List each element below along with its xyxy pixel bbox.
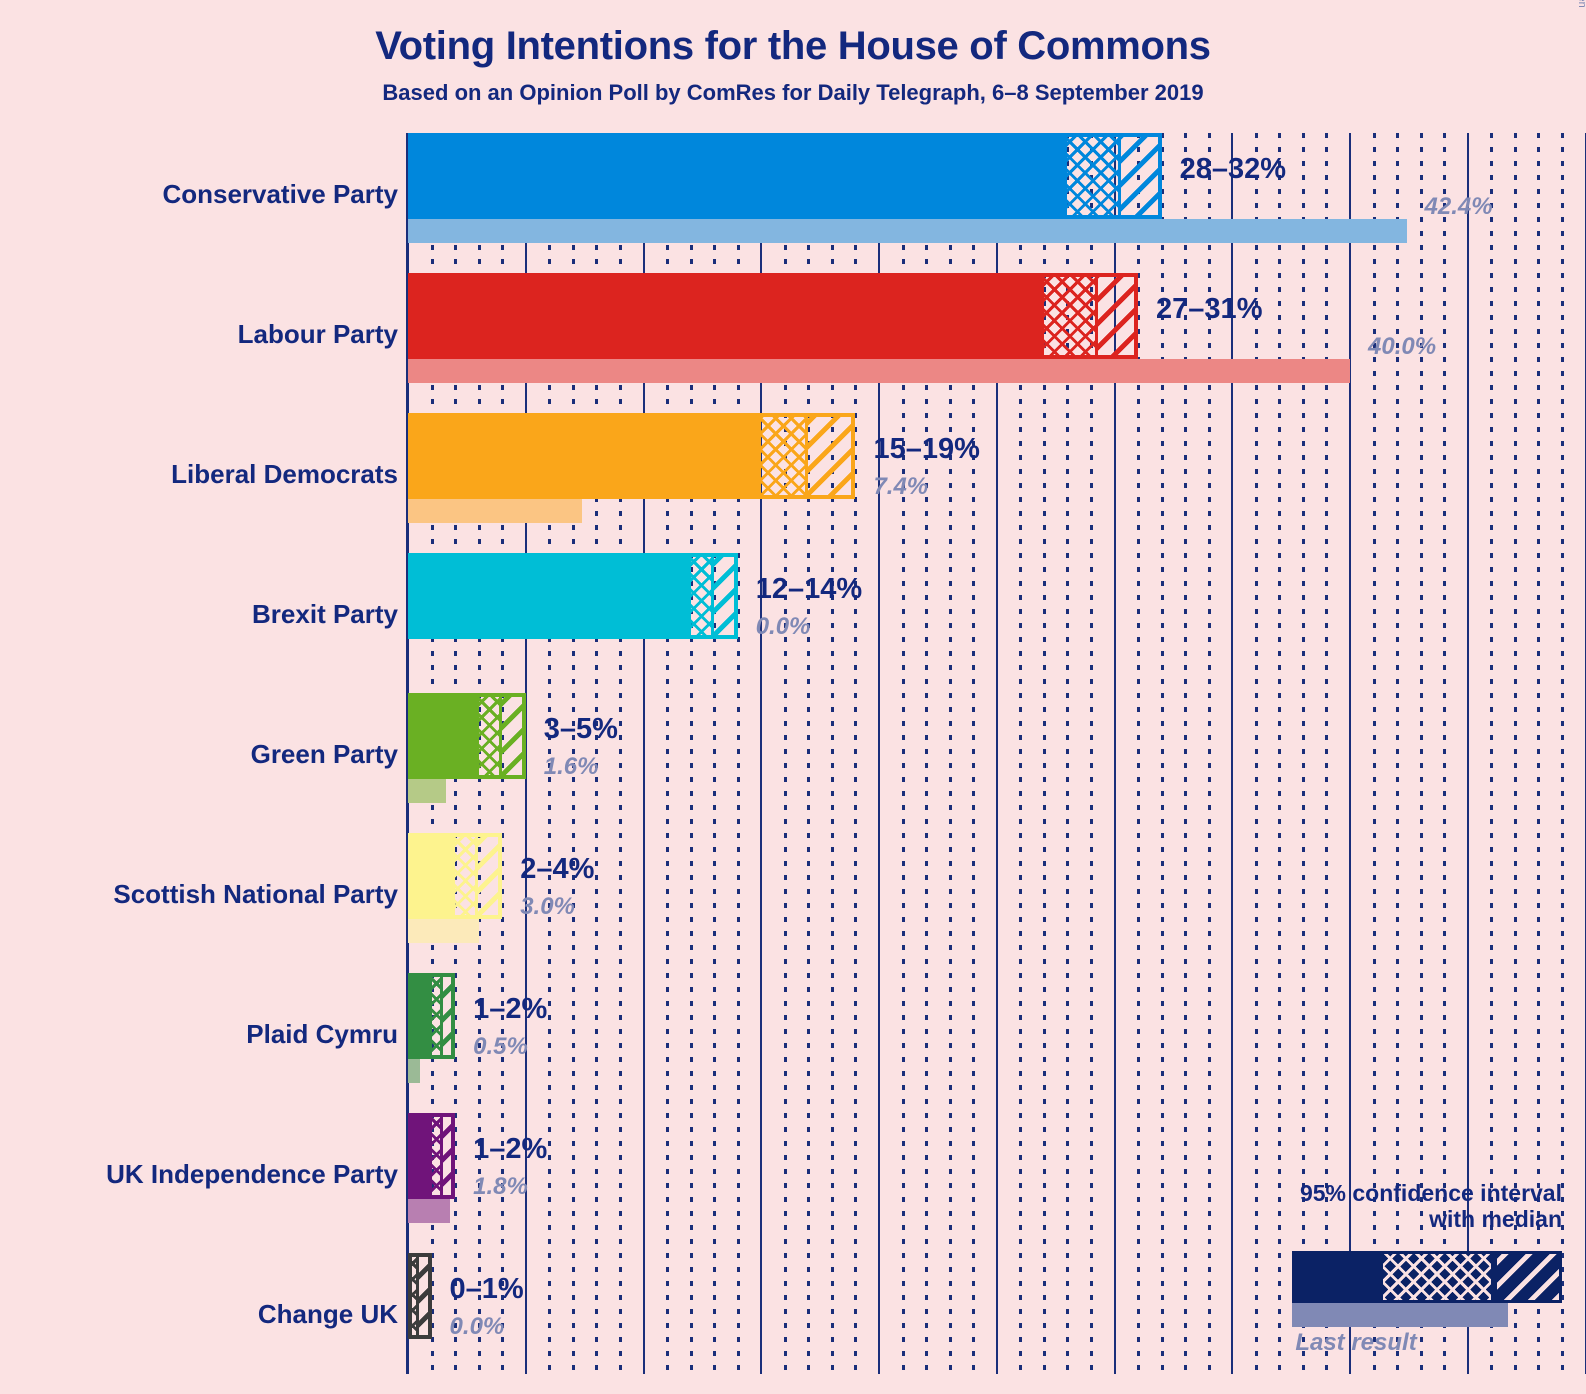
legend-diagonal-segment bbox=[1497, 1253, 1559, 1300]
confidence-interval-bar bbox=[408, 133, 1162, 219]
legend-last-result-label: Last result bbox=[1295, 1328, 1417, 1356]
last-result-value-label: 3.0% bbox=[520, 893, 575, 920]
ci-value-label: 28–32% bbox=[1179, 153, 1287, 185]
bar-row: Green Party 3–5% 1.6% bbox=[0, 693, 1586, 833]
ci-border bbox=[408, 553, 738, 639]
bar-group: 12–14% 0.0% bbox=[408, 553, 1586, 693]
ci-value-label: 0–1% bbox=[449, 1273, 524, 1305]
last-result-bar bbox=[408, 1059, 420, 1083]
ci-border bbox=[408, 693, 526, 779]
bar-group: 28–32% 42.4% bbox=[408, 133, 1586, 273]
legend-last-result-swatch bbox=[1292, 1302, 1508, 1327]
bar-group: 2–4% 3.0% bbox=[408, 833, 1586, 973]
bar-row: Conservative Party 28–32% 42.4% bbox=[0, 133, 1586, 273]
category-label: Liberal Democrats bbox=[171, 459, 398, 489]
bar-row: Brexit Party 12–14% 0.0% bbox=[0, 553, 1586, 693]
category-label: Labour Party bbox=[237, 319, 398, 349]
last-result-value-label: 0.0% bbox=[755, 613, 811, 640]
bar-group: 1–2% 0.5% bbox=[408, 973, 1586, 1113]
ci-border bbox=[408, 413, 856, 499]
last-result-value-label: 0.0% bbox=[449, 1313, 505, 1340]
ci-value-label: 15–19% bbox=[873, 433, 980, 465]
legend-title: 95% confidence interval with median bbox=[1299, 1180, 1562, 1233]
chart-header: Voting Intentions for the House of Commo… bbox=[0, 0, 1586, 105]
confidence-interval-bar bbox=[408, 693, 526, 779]
confidence-interval-bar bbox=[408, 833, 503, 919]
last-result-bar bbox=[408, 359, 1350, 383]
bar-row: Liberal Democrats 15–19% 7.4% bbox=[0, 413, 1586, 553]
ci-value-label: 2–4% bbox=[520, 853, 595, 885]
last-result-bar bbox=[408, 779, 446, 803]
category-label: Scottish National Party bbox=[113, 879, 398, 909]
ci-value-label: 3–5% bbox=[543, 713, 618, 745]
ci-value-label: 1–2% bbox=[473, 1133, 548, 1165]
category-label: Change UK bbox=[257, 1299, 398, 1329]
category-label: Plaid Cymru bbox=[246, 1019, 398, 1049]
last-result-value-label: 40.0% bbox=[1368, 333, 1437, 360]
bar-row: Scottish National Party 2–4% 3.0% bbox=[0, 833, 1586, 973]
ci-value-label: 27–31% bbox=[1156, 293, 1263, 325]
ci-value-label: 12–14% bbox=[755, 573, 863, 605]
legend-swatches: Last result bbox=[1142, 1243, 1562, 1356]
last-result-value-label: 42.4% bbox=[1424, 193, 1493, 220]
chart-legend: 95% confidence interval with median Last… bbox=[1142, 1180, 1562, 1356]
ci-border bbox=[408, 1113, 456, 1199]
legend-median-marker bbox=[1491, 1253, 1495, 1300]
last-result-value-label: 1.8% bbox=[473, 1173, 528, 1200]
category-label: Brexit Party bbox=[252, 599, 398, 629]
last-result-bar bbox=[408, 219, 1407, 243]
category-label: UK Independence Party bbox=[106, 1159, 398, 1189]
ci-border bbox=[408, 973, 456, 1059]
page-title: Voting Intentions for the House of Commo… bbox=[375, 24, 1211, 68]
last-result-value-label: 1.6% bbox=[543, 753, 599, 780]
bar-group: 3–5% 1.6% bbox=[408, 693, 1586, 833]
legend-crosshatch-segment bbox=[1383, 1253, 1491, 1300]
ci-value-label: 1–2% bbox=[473, 993, 548, 1025]
bar-group: 27–31% 40.0% bbox=[408, 273, 1586, 413]
category-label: Conservative Party bbox=[162, 179, 398, 209]
chart-subtitle: Based on an Opinion Poll by ComRes for D… bbox=[382, 79, 1204, 105]
ci-border bbox=[408, 273, 1139, 359]
ci-border bbox=[408, 833, 503, 919]
confidence-interval-bar bbox=[408, 973, 456, 1059]
bar-row: Labour Party 27–31% 40.0% bbox=[0, 273, 1586, 413]
confidence-interval-bar bbox=[408, 1113, 456, 1199]
bar-row: Plaid Cymru 1–2% 0.5% bbox=[0, 973, 1586, 1113]
confidence-interval-bar bbox=[408, 273, 1139, 359]
last-result-bar bbox=[408, 1199, 451, 1223]
legend-ci-swatch bbox=[1292, 1250, 1562, 1303]
confidence-interval-bar bbox=[408, 413, 856, 499]
ci-border bbox=[408, 133, 1162, 219]
ci-border bbox=[408, 1253, 432, 1339]
copyright-notice: © 2019 Filip van Laenen bbox=[1576, 0, 1586, 8]
category-label: Green Party bbox=[250, 739, 398, 769]
confidence-interval-bar bbox=[408, 1253, 432, 1339]
last-result-bar bbox=[408, 919, 479, 943]
last-result-value-label: 0.5% bbox=[473, 1033, 528, 1060]
confidence-interval-bar bbox=[408, 553, 738, 639]
bar-group: 15–19% 7.4% bbox=[408, 413, 1586, 553]
last-result-bar bbox=[408, 499, 583, 523]
last-result-value-label: 7.4% bbox=[873, 473, 929, 500]
